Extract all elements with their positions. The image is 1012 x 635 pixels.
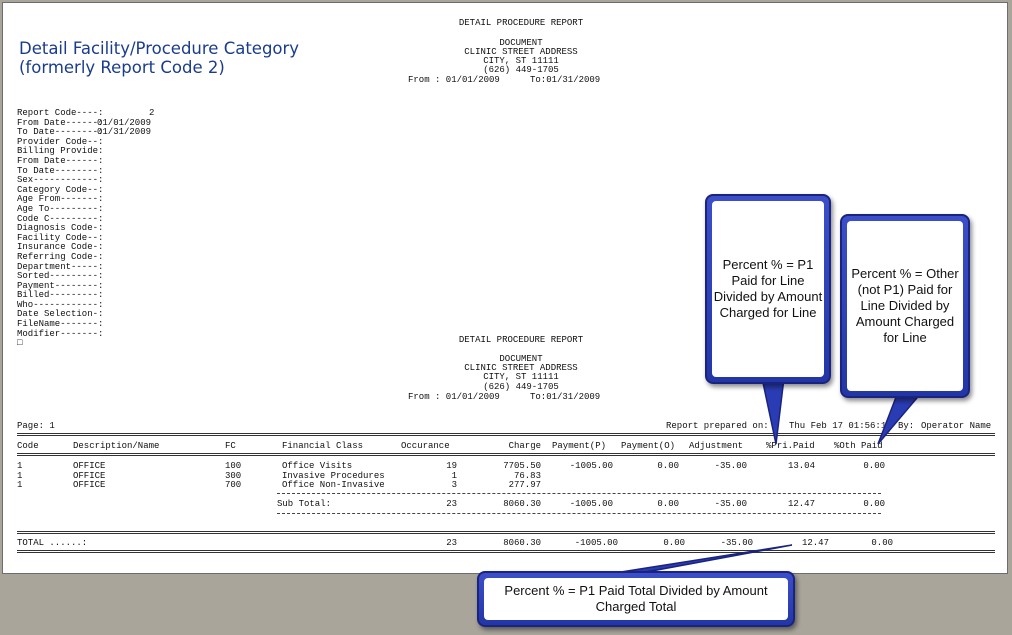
callout-total: Percent % = P1 Paid Total Divided by Amo… bbox=[477, 571, 795, 627]
callout-total-text: Percent % = P1 Paid Total Divided by Amo… bbox=[484, 578, 788, 620]
pointer-pri bbox=[761, 377, 785, 445]
callout-pri-text: Percent % = P1 Paid for Line Divided by … bbox=[712, 201, 824, 377]
callout-oth-text: Percent % = Other (not P1) Paid for Line… bbox=[847, 221, 963, 391]
callout-pri-paid: Percent % = P1 Paid for Line Divided by … bbox=[705, 194, 831, 384]
pointer-oth bbox=[877, 391, 924, 445]
callout-oth-paid: Percent % = Other (not P1) Paid for Line… bbox=[840, 214, 970, 398]
